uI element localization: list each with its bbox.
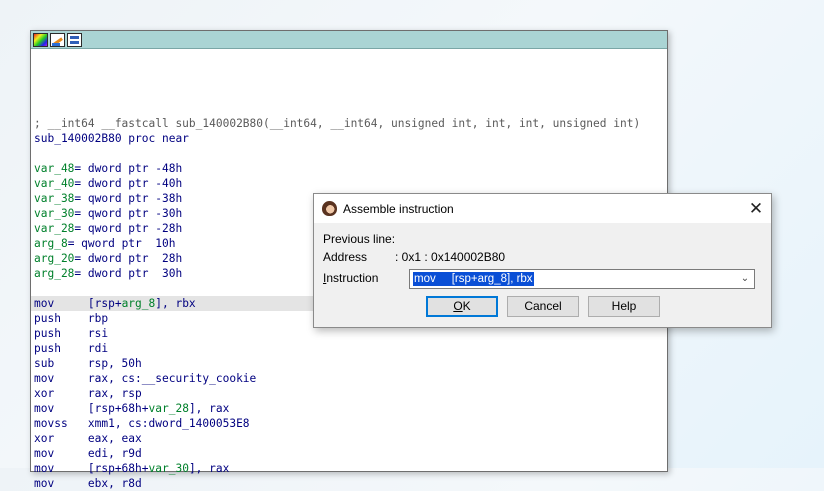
disasm-text: = dword ptr -48h	[74, 162, 183, 175]
disasm-text: xor eax, eax	[34, 432, 142, 445]
disasm-text: = dword ptr 30h	[74, 267, 183, 280]
disasm-text: ], rax	[188, 462, 230, 475]
instruction-combobox[interactable]: mov [rsp+arg_8], rbx ⌄	[409, 269, 755, 289]
disasm-text: ], rax	[188, 402, 230, 415]
previous-line-label: Previous line:	[323, 232, 396, 246]
disasm-variable: var_28	[34, 222, 75, 235]
disasm-text: mov [rsp+	[34, 297, 122, 310]
disasm-text: movss xmm1, cs:dword_1400053E8	[34, 417, 250, 430]
disasm-text: = dword ptr 28h	[74, 252, 183, 265]
chevron-down-icon[interactable]: ⌄	[739, 272, 751, 286]
disasm-text: mov ebx, r8d	[34, 477, 142, 490]
disasm-line[interactable]: movss xmm1, cs:dword_1400053E8	[34, 416, 250, 431]
disasm-text: = qword ptr -30h	[74, 207, 183, 220]
disasm-text: mov edi, r9d	[34, 447, 142, 460]
disasm-line[interactable]: xor rax, rsp	[34, 386, 142, 401]
address-label: Address	[323, 250, 368, 264]
disasm-line[interactable]: sub rsp, 50h	[34, 356, 142, 371]
close-icon[interactable]: ✕	[741, 194, 771, 223]
address-value: : 0x1 : 0x140002B80	[395, 250, 506, 264]
disasm-variable: arg_20	[34, 252, 75, 265]
ok-button[interactable]: OK	[426, 296, 498, 317]
instruction-input[interactable]: mov [rsp+arg_8], rbx	[413, 272, 534, 286]
disasm-variable: var_48	[34, 162, 75, 175]
graph-view-icon[interactable]	[67, 32, 82, 47]
disasm-text: push rbp	[34, 312, 109, 325]
ida-app-icon	[322, 201, 337, 216]
disasm-variable: arg_8	[121, 297, 156, 310]
disasm-text: = dword ptr -40h	[74, 177, 183, 190]
disasm-text: = qword ptr -38h	[74, 192, 183, 205]
ok-rest: K	[462, 299, 471, 313]
instruction-label-rest: nstruction	[326, 271, 379, 285]
function-signature-comment: ; __int64 __fastcall sub_140002B80(__int…	[34, 117, 641, 130]
disasm-line[interactable]: push rbp	[34, 311, 108, 326]
dialog-title: Assemble instruction	[343, 202, 454, 216]
disasm-variable: var_40	[34, 177, 75, 190]
ok-accel: O	[453, 299, 463, 313]
disasm-text: = qword ptr -28h	[74, 222, 183, 235]
dialog-titlebar: Assemble instruction ✕	[314, 194, 771, 223]
disasm-text: mov [rsp+68h+	[34, 462, 149, 475]
disasm-line[interactable]: mov [rsp+68h+var_28], rax	[34, 401, 229, 416]
disasm-line[interactable]: xor eax, eax	[34, 431, 142, 446]
disasm-variable: var_30	[148, 462, 189, 475]
disasm-variable: arg_8	[34, 237, 68, 250]
disasm-text: = qword ptr 10h	[67, 237, 176, 250]
disasm-line[interactable]: push rdi	[34, 341, 108, 356]
disasm-variable: var_38	[34, 192, 75, 205]
assemble-instruction-dialog: Assemble instruction ✕ Previous line: Ad…	[313, 193, 772, 328]
disasm-line[interactable]: arg_8= qword ptr 10h	[34, 236, 175, 251]
ida-window-titlebar	[31, 31, 667, 49]
disasm-text: xor rax, rsp	[34, 387, 142, 400]
disasm-line[interactable]: var_30= qword ptr -30h	[34, 206, 182, 221]
disasm-text: sub_140002B80 proc near	[34, 132, 189, 145]
disasm-variable: arg_28	[34, 267, 75, 280]
disasm-text: ], rbx	[155, 297, 196, 310]
disasm-line[interactable]: var_40= dword ptr -40h	[34, 176, 182, 191]
disasm-line[interactable]: ; __int64 __fastcall sub_140002B80(__int…	[34, 116, 640, 131]
disasm-variable: var_30	[34, 207, 75, 220]
disasm-line[interactable]: mov [rsp+68h+var_30], rax	[34, 461, 229, 476]
disasm-line[interactable]: var_48= dword ptr -48h	[34, 161, 182, 176]
disasm-line[interactable]: var_38= qword ptr -38h	[34, 191, 182, 206]
instruction-label: Instruction	[323, 271, 378, 285]
cancel-button[interactable]: Cancel	[507, 296, 579, 317]
disasm-text: push rsi	[34, 327, 109, 340]
edit-icon[interactable]	[50, 32, 65, 47]
disasm-variable: var_28	[148, 402, 189, 415]
palette-icon[interactable]	[33, 32, 48, 47]
disasm-line[interactable]: push rsi	[34, 326, 108, 341]
disasm-line[interactable]: arg_20= dword ptr 28h	[34, 251, 182, 266]
help-button[interactable]: Help	[588, 296, 660, 317]
disasm-line[interactable]: sub_140002B80 proc near	[34, 131, 189, 146]
disasm-line[interactable]: mov ebx, r8d	[34, 476, 142, 491]
disasm-line[interactable]: arg_28= dword ptr 30h	[34, 266, 182, 281]
disasm-text: sub rsp, 50h	[34, 357, 142, 370]
disasm-line[interactable]: var_28= qword ptr -28h	[34, 221, 182, 236]
disasm-line[interactable]: mov rax, cs:__security_cookie	[34, 371, 256, 386]
disasm-line[interactable]: mov edi, r9d	[34, 446, 142, 461]
disasm-text: mov rax, cs:__security_cookie	[34, 372, 257, 385]
disasm-text: mov [rsp+68h+	[34, 402, 149, 415]
disasm-text: push rdi	[34, 342, 109, 355]
